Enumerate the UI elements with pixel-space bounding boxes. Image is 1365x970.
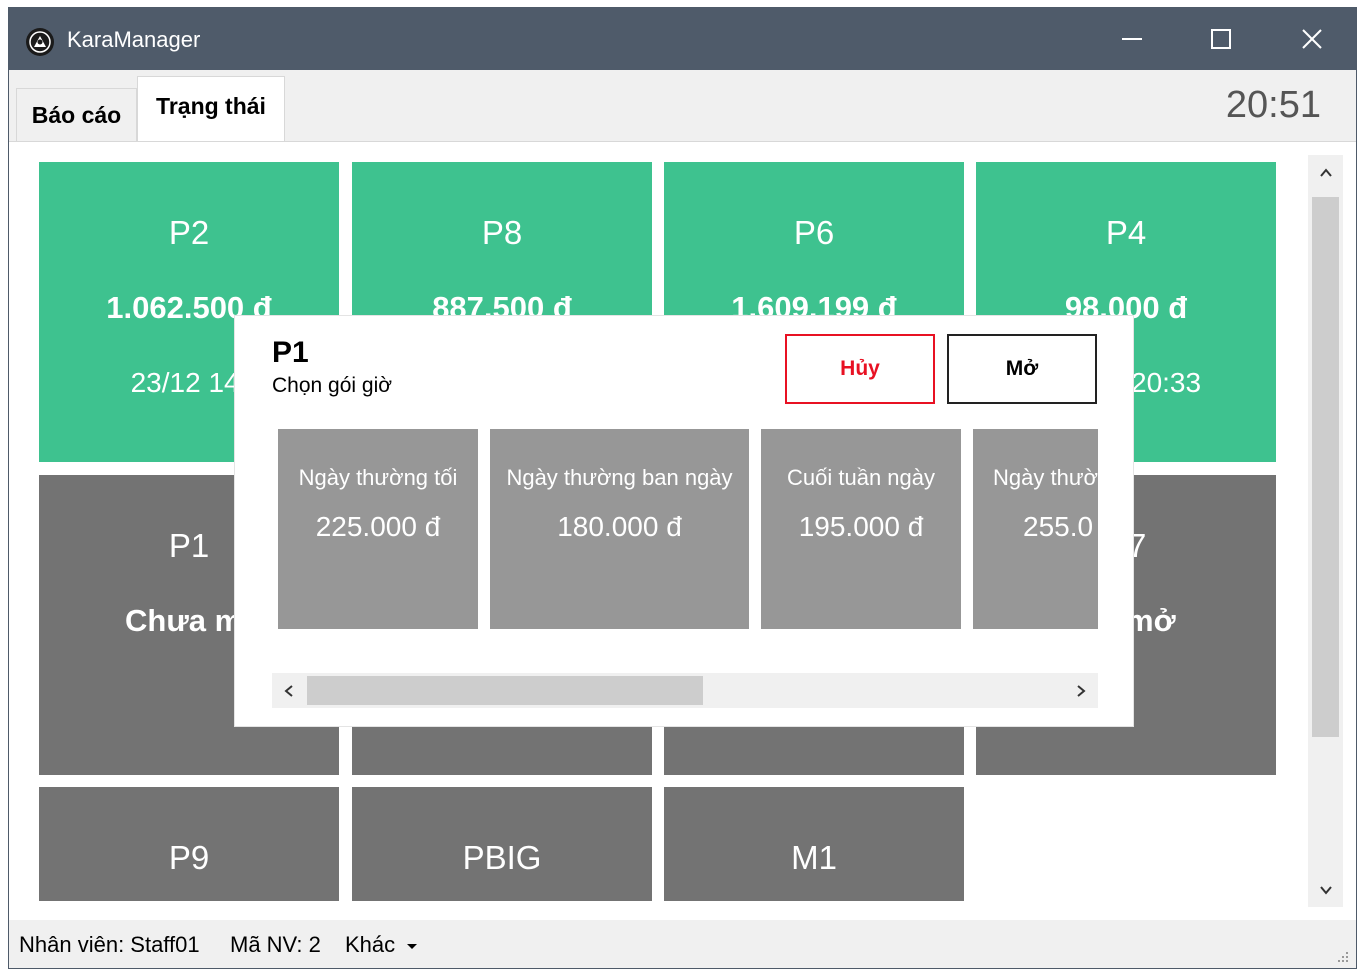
room-name: P2 bbox=[168, 214, 210, 251]
app-window: KaraManager Báo cáo Trạng thái 20:51 P2 … bbox=[8, 7, 1357, 969]
chevron-right-icon bbox=[1077, 684, 1086, 697]
package-price: 195.000 đ bbox=[798, 511, 924, 542]
minimize-button[interactable] bbox=[1086, 8, 1178, 70]
other-menu-dropdown[interactable]: Khác bbox=[345, 932, 419, 958]
other-menu-label: Khác bbox=[345, 932, 396, 957]
room-tile-pbig[interactable]: PBIG bbox=[352, 787, 652, 901]
chevron-down-icon bbox=[1319, 885, 1332, 895]
tab-strip: Báo cáo Trạng thái 20:51 bbox=[9, 70, 1356, 144]
package-select-dialog: P1 Chọn gói giờ Hủy Mở Ngày thường tối 2… bbox=[235, 316, 1133, 726]
package-tile[interactable]: Ngày thường ban ngày 180.000 đ bbox=[490, 429, 749, 629]
close-button[interactable] bbox=[1266, 8, 1356, 70]
package-name: Ngày thường ban ngày bbox=[506, 465, 733, 490]
room-name: P8 bbox=[481, 214, 523, 251]
scroll-down-button[interactable] bbox=[1308, 872, 1343, 907]
close-icon bbox=[1302, 29, 1322, 49]
chevron-up-icon bbox=[1319, 167, 1332, 177]
cancel-button[interactable]: Hủy bbox=[785, 334, 935, 404]
vertical-scroll-thumb[interactable] bbox=[1312, 197, 1339, 737]
microphone-disc-icon bbox=[25, 27, 55, 57]
room-name: P9 bbox=[168, 839, 210, 876]
package-list: Ngày thường tối 225.000 đ Ngày thường ba… bbox=[278, 429, 1098, 631]
scroll-left-button[interactable] bbox=[272, 673, 306, 708]
room-name: P4 bbox=[1105, 214, 1147, 251]
scroll-up-button[interactable] bbox=[1308, 155, 1343, 190]
clock-display: 20:51 bbox=[1225, 84, 1321, 126]
package-name: Cuối tuần ngày bbox=[787, 465, 935, 490]
package-tile[interactable]: Cuối tuần ngày 195.000 đ bbox=[761, 429, 961, 629]
room-name: P6 bbox=[793, 214, 835, 251]
package-tile[interactable]: Ngày thường tối 225.000 đ bbox=[278, 429, 478, 629]
maximize-icon bbox=[1211, 29, 1231, 49]
dialog-title: P1 bbox=[272, 336, 309, 369]
resize-grip-icon[interactable] bbox=[1334, 948, 1350, 964]
package-price: 180.000 đ bbox=[557, 511, 682, 542]
staff-name-label: Nhân viên: Staff01 bbox=[19, 932, 200, 957]
status-bar: Nhân viên: Staff01 Mã NV: 2 Khác bbox=[9, 920, 1356, 968]
package-price: 225.000 đ bbox=[315, 511, 441, 542]
open-button[interactable]: Mở bbox=[947, 334, 1097, 404]
tab-bao-cao[interactable]: Báo cáo bbox=[16, 88, 137, 142]
room-tile-p9[interactable]: P9 bbox=[39, 787, 339, 901]
package-price: 255.0 bbox=[1023, 511, 1094, 542]
room-name: PBIG bbox=[462, 839, 542, 876]
scroll-right-button[interactable] bbox=[1064, 673, 1098, 708]
room-start-time: 20:33 bbox=[1131, 367, 1202, 398]
chevron-left-icon bbox=[284, 684, 293, 697]
caret-down-icon bbox=[407, 944, 418, 949]
package-name: Ngày thườ bbox=[993, 465, 1098, 490]
title-bar[interactable]: KaraManager bbox=[9, 8, 1356, 70]
room-status: mở bbox=[1126, 603, 1176, 638]
minimize-icon bbox=[1122, 38, 1142, 40]
staff-id-label: Mã NV: 2 bbox=[230, 932, 321, 957]
room-tile-m1[interactable]: M1 bbox=[664, 787, 964, 901]
room-status: Chưa m bbox=[125, 603, 243, 638]
vertical-scrollbar[interactable] bbox=[1308, 155, 1343, 907]
window-title: KaraManager bbox=[67, 27, 201, 52]
horizontal-scrollbar[interactable] bbox=[272, 673, 1098, 708]
tab-trang-thai[interactable]: Trạng thái bbox=[137, 76, 285, 144]
dialog-subtitle: Chọn gói giờ bbox=[272, 374, 393, 397]
room-name: M1 bbox=[791, 839, 837, 876]
package-tile[interactable]: Ngày thườ 255.0 bbox=[973, 429, 1098, 629]
maximize-button[interactable] bbox=[1175, 8, 1267, 70]
horizontal-scroll-thumb[interactable] bbox=[307, 676, 703, 705]
package-name: Ngày thường tối bbox=[298, 465, 458, 490]
